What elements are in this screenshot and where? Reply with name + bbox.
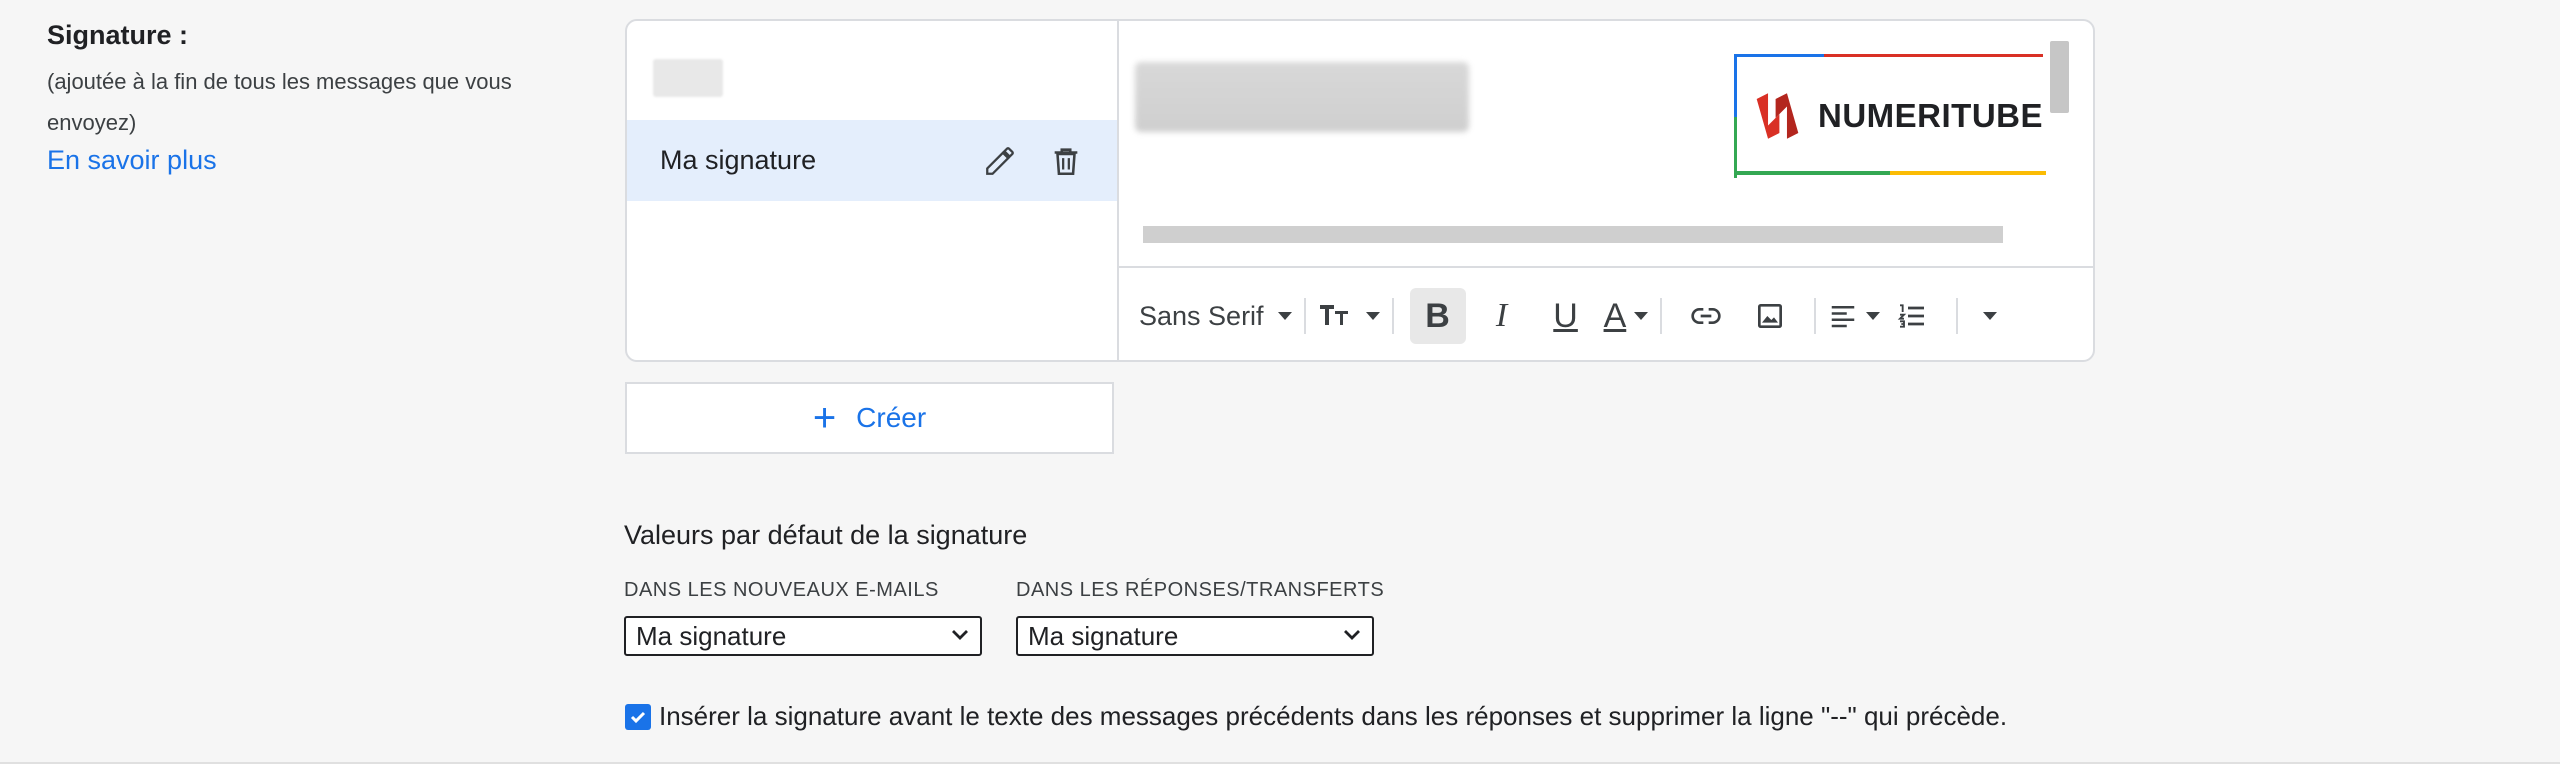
numeritube-logo-icon xyxy=(1756,93,1799,139)
defaults-title: Valeurs par défaut de la signature xyxy=(624,520,1028,550)
new-emails-label: DANS LES NOUVEAUX E-MAILS xyxy=(624,579,939,601)
signature-item[interactable]: Ma signature xyxy=(627,120,1117,201)
chevron-down-icon xyxy=(1277,312,1292,320)
insert-signature-label: Insérer la signature avant le texte des … xyxy=(659,701,2008,731)
insert-signature-checkbox[interactable] xyxy=(625,703,651,730)
underline-button[interactable]: U xyxy=(1538,288,1594,344)
edit-icon[interactable] xyxy=(977,138,1023,184)
signature-title: Signature : xyxy=(47,20,189,50)
logo-text: NUMERITUBE xyxy=(1818,97,2043,134)
italic-icon: I xyxy=(1495,297,1508,334)
signature-content-area[interactable]: NUMERITUBE xyxy=(1119,21,2093,266)
signature-section-header: Signature : (ajoutée à la fin de tous le… xyxy=(47,20,567,176)
insert-signature-option: Insérer la signature avant le texte des … xyxy=(625,701,2007,732)
insert-image-button[interactable] xyxy=(1742,288,1798,344)
chevron-down-icon xyxy=(1866,312,1881,320)
chevron-down-icon xyxy=(1365,312,1380,320)
more-options-icon xyxy=(1983,312,1998,320)
numbered-list-icon xyxy=(1897,304,1925,328)
signature-defaults: Valeurs par défaut de la signature DANS … xyxy=(624,520,2524,656)
learn-more-link[interactable]: En savoir plus xyxy=(47,145,217,176)
signature-list: Ma signature xyxy=(627,21,1119,360)
chevron-down-icon xyxy=(1634,312,1649,320)
align-icon xyxy=(1832,306,1855,328)
plus-icon: + xyxy=(812,396,837,440)
bold-icon: B xyxy=(1425,297,1450,335)
formatting-toolbar: Sans Serif B I U A xyxy=(1119,266,2093,360)
signature-editor: Ma signature NUMERITUBE Sans Serif B I U… xyxy=(625,19,2095,362)
underline-icon: U xyxy=(1553,297,1578,335)
redacted-signature-text xyxy=(1135,62,1469,132)
image-icon xyxy=(1758,304,1783,328)
bold-button[interactable]: B xyxy=(1409,288,1466,344)
text-size-icon xyxy=(1318,299,1352,334)
insert-link-button[interactable] xyxy=(1678,288,1734,344)
font-family-label: Sans Serif xyxy=(1139,300,1264,331)
signature-description: (ajoutée à la fin de tous les messages q… xyxy=(47,69,512,135)
italic-button[interactable]: I xyxy=(1474,288,1530,344)
signature-item-label: Ma signature xyxy=(660,145,817,175)
text-size-button[interactable] xyxy=(1318,288,1380,344)
align-button[interactable] xyxy=(1828,288,1881,344)
text-color-icon: A xyxy=(1603,297,1627,335)
text-color-button[interactable]: A xyxy=(1604,288,1649,344)
numbered-list-button[interactable] xyxy=(1884,288,1940,344)
more-formatting-button[interactable] xyxy=(1970,288,2010,344)
create-signature-button[interactable]: + Créer xyxy=(625,382,1114,454)
replies-group: DANS LES RÉPONSES/TRANSFERTS Ma signatur… xyxy=(1016,579,1408,656)
editor-scrollbar[interactable] xyxy=(2050,41,2069,113)
link-icon xyxy=(1691,308,1721,324)
replies-label: DANS LES RÉPONSES/TRANSFERTS xyxy=(1016,579,1385,601)
company-logo: NUMERITUBE xyxy=(1734,54,2046,178)
redacted-signature-name xyxy=(653,59,723,97)
redacted-signature-line xyxy=(1143,226,2003,243)
replies-value: Ma signature xyxy=(1028,620,1179,651)
chevron-down-icon xyxy=(950,624,970,649)
new-emails-value: Ma signature xyxy=(636,620,787,651)
new-emails-select[interactable]: Ma signature xyxy=(624,616,982,656)
font-family-select[interactable]: Sans Serif xyxy=(1119,288,1292,344)
create-button-label: Créer xyxy=(856,402,927,433)
replies-select[interactable]: Ma signature xyxy=(1016,616,1374,656)
new-emails-group: DANS LES NOUVEAUX E-MAILS Ma signature xyxy=(624,579,1016,656)
delete-icon[interactable] xyxy=(1043,138,1089,184)
checkmark-icon xyxy=(630,711,646,723)
chevron-down-icon xyxy=(1342,624,1362,649)
